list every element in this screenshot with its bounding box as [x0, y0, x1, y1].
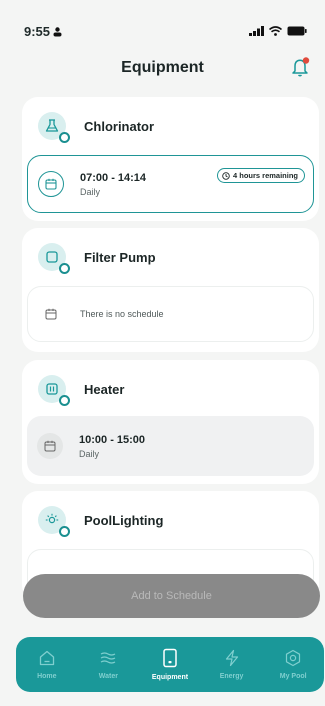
pump-icon — [38, 243, 70, 274]
calendar-icon — [38, 301, 64, 327]
flask-icon — [38, 112, 70, 143]
schedule-time: 07:00 - 14:14 — [80, 171, 147, 184]
no-schedule-text: There is no schedule — [80, 309, 164, 319]
schedule-item[interactable]: 10:00 - 15:00 Daily — [27, 416, 314, 476]
schedule-repeat: Daily — [80, 186, 101, 197]
equipment-name: Heater — [84, 381, 125, 397]
schedule-text: 10:00 - 15:00 Daily — [79, 434, 145, 459]
equipment-icon — [163, 648, 177, 668]
home-icon — [39, 650, 54, 666]
remaining-text: 4 hours remaining — [232, 171, 298, 180]
equipment-card-chlorinator[interactable]: Chlorinator 07:00 - 14:14 Daily 4 hours … — [22, 97, 319, 221]
equipment-card-filter-pump[interactable]: Filter Pump There is no schedule — [22, 228, 319, 352]
heater-icon — [38, 375, 70, 406]
equipment-name: PoolLighting — [84, 512, 164, 528]
schedule-empty: There is no schedule — [27, 286, 314, 342]
card-header: Filter Pump — [22, 228, 319, 286]
nav-label: Home — [37, 673, 57, 680]
schedule-repeat: Daily — [79, 448, 100, 459]
nav-equipment[interactable]: Equipment — [142, 648, 198, 681]
clock-icon — [222, 171, 230, 180]
nav-my-pool[interactable]: My Pool — [265, 649, 321, 680]
water-icon — [101, 652, 116, 664]
notifications-button[interactable] — [291, 56, 311, 78]
person-icon — [53, 26, 62, 36]
schedule-text: 07:00 - 14:14 Daily — [80, 172, 146, 197]
bell-icon — [292, 57, 310, 77]
card-header: Heater — [22, 360, 319, 418]
nav-label: Energy — [219, 673, 244, 680]
schedule-item[interactable]: 07:00 - 14:14 Daily 4 hours remaining — [27, 155, 314, 213]
equipment-card-heater[interactable]: Heater 10:00 - 15:00 Daily — [22, 360, 319, 484]
energy-icon — [225, 649, 238, 667]
calendar-icon — [37, 433, 63, 459]
add-to-schedule-label: Add to Schedule — [131, 590, 212, 602]
signal-icon — [249, 26, 264, 36]
nav-label: My Pool — [279, 673, 307, 680]
schedule-time: 10:00 - 15:00 — [79, 433, 146, 446]
card-header: Chlorinator — [22, 97, 319, 155]
status-time: 9:55 — [24, 24, 51, 39]
header: Equipment — [0, 56, 325, 80]
status-icons — [249, 26, 307, 36]
status-time-group: 9:55 — [24, 24, 62, 39]
light-icon — [38, 506, 70, 537]
status-bar: 9:55 — [0, 0, 325, 56]
nav-home[interactable]: Home — [19, 649, 75, 680]
wifi-icon — [269, 26, 282, 36]
remaining-badge: 4 hours remaining — [216, 168, 305, 183]
page-title: Equipment — [121, 59, 204, 76]
calendar-icon — [38, 171, 64, 197]
equipment-name: Chlorinator — [84, 118, 155, 134]
bottom-nav: Home Water Equipment Energy My Pool — [16, 637, 324, 692]
add-to-schedule-button[interactable]: Add to Schedule — [23, 574, 320, 618]
nav-label: Equipment — [151, 674, 189, 681]
equipment-name: Filter Pump — [84, 249, 156, 265]
settings-icon — [286, 649, 301, 667]
nav-label: Water — [98, 673, 118, 680]
card-header: PoolLighting — [22, 491, 319, 549]
nav-water[interactable]: Water — [80, 649, 136, 680]
battery-icon — [287, 26, 307, 36]
nav-energy[interactable]: Energy — [204, 649, 260, 680]
